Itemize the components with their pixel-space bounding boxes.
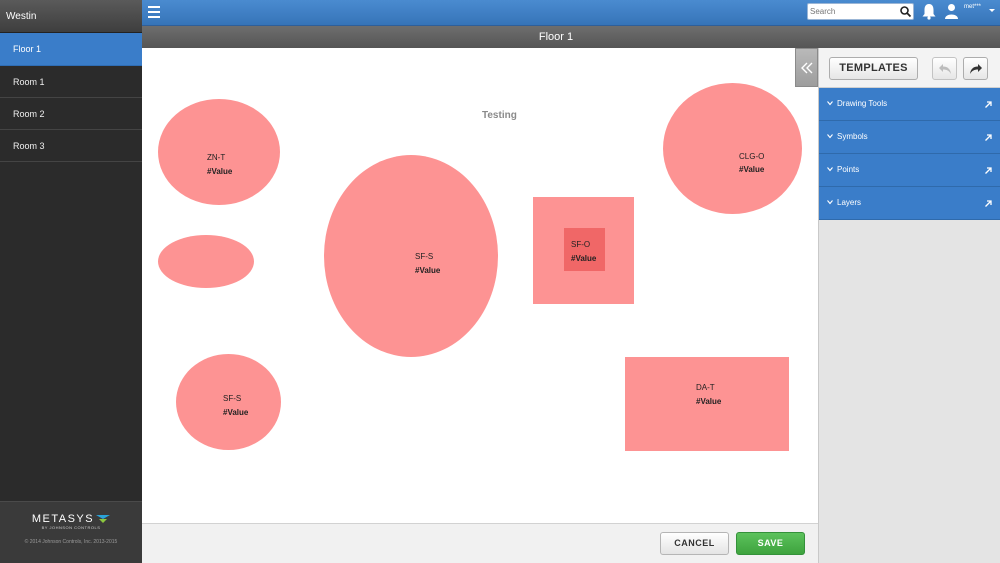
shape-da-t[interactable]: DA-T #Value	[625, 357, 789, 451]
sidebar-item-room-3[interactable]: Room 3	[0, 130, 142, 162]
shape-ellipse-small[interactable]	[158, 235, 254, 288]
canvas-title: Testing	[482, 110, 517, 121]
shape-sf-s-large[interactable]: SF-S #Value	[324, 155, 498, 357]
shape-label: SF-S	[223, 394, 242, 403]
collapse-panel-button[interactable]	[795, 48, 818, 87]
shape-value: #Value	[415, 266, 441, 275]
shape-label: SF-O	[571, 240, 591, 249]
shape-label: DA-T	[696, 383, 715, 392]
shape-label: SF-S	[415, 252, 434, 261]
top-bar: met***	[142, 0, 1000, 25]
search-input[interactable]	[810, 5, 898, 18]
page-title-bar: Floor 1	[142, 25, 1000, 48]
chevron-down-icon	[827, 200, 833, 205]
sidebar-item-room-1[interactable]: Room 1	[0, 66, 142, 98]
cancel-button[interactable]: CANCEL	[660, 532, 729, 555]
logo-mark-icon	[96, 515, 111, 523]
templates-button[interactable]: TEMPLATES	[829, 57, 918, 80]
section-label: Layers	[837, 198, 862, 207]
sidebar-footer: METASYS BY JOHNSON CONTROLS © 2014 Johns…	[0, 501, 142, 563]
expand-arrow-icon[interactable]	[985, 167, 992, 174]
user-menu-caret-icon[interactable]	[989, 9, 995, 12]
metasys-logo: METASYS	[0, 513, 142, 525]
shape-value: #Value	[739, 165, 765, 174]
chevron-down-icon	[827, 134, 833, 139]
logo-subtitle: BY JOHNSON CONTROLS	[41, 525, 101, 530]
shape-value: #Value	[696, 397, 722, 406]
shape-sf-s-small[interactable]: SF-S #Value	[176, 354, 281, 450]
action-bar: CANCEL SAVE	[142, 523, 818, 563]
save-button[interactable]: SAVE	[736, 532, 805, 555]
floor-plan-canvas[interactable]: Testing ZN-T #Value SF-S #Value SF-O #Va…	[142, 48, 818, 523]
undo-icon	[939, 64, 951, 74]
shape-label: CLG-O	[739, 152, 765, 161]
copyright-text: © 2014 Johnson Controls, Inc. 2013-2015	[24, 539, 118, 545]
section-label: Symbols	[837, 132, 868, 141]
redo-icon	[970, 64, 982, 74]
logo-text: METASYS	[31, 513, 95, 525]
sidebar: Westin Floor 1 Room 1 Room 2 Room 3 META…	[0, 0, 142, 563]
expand-arrow-icon[interactable]	[985, 101, 992, 108]
username[interactable]: met***	[964, 4, 981, 10]
shape-value: #Value	[207, 167, 233, 176]
chevron-down-icon	[827, 101, 833, 106]
redo-button[interactable]	[963, 57, 988, 80]
search-box	[807, 3, 914, 20]
page-title: Floor 1	[538, 31, 574, 43]
user-icon[interactable]	[945, 3, 958, 19]
expand-arrow-icon[interactable]	[985, 134, 992, 141]
section-layers[interactable]: Layers	[819, 187, 1000, 220]
section-label: Points	[837, 165, 860, 174]
section-points[interactable]: Points	[819, 154, 1000, 187]
section-drawing-tools[interactable]: Drawing Tools	[819, 88, 1000, 121]
shape-clg-o[interactable]: CLG-O #Value	[663, 83, 802, 214]
menu-icon[interactable]	[148, 6, 160, 18]
shape-label: ZN-T	[207, 153, 226, 162]
double-chevron-left-icon	[801, 62, 813, 74]
site-name: Westin	[0, 0, 142, 33]
shape-value: #Value	[571, 254, 597, 263]
section-label: Drawing Tools	[837, 99, 888, 108]
sidebar-item-floor-1[interactable]: Floor 1	[0, 33, 142, 66]
chevron-down-icon	[827, 167, 833, 172]
shape-zn-t[interactable]: ZN-T #Value	[158, 99, 280, 205]
section-symbols[interactable]: Symbols	[819, 121, 1000, 154]
panel-toolbar: TEMPLATES	[819, 48, 1000, 88]
undo-button[interactable]	[932, 57, 957, 80]
bell-icon[interactable]	[922, 3, 936, 20]
expand-arrow-icon[interactable]	[985, 200, 992, 207]
shape-value: #Value	[223, 408, 249, 417]
shape-sf-o[interactable]: SF-O #Value	[564, 228, 605, 271]
sidebar-item-room-2[interactable]: Room 2	[0, 98, 142, 130]
search-icon[interactable]	[899, 5, 912, 18]
shape-sf-o-outer[interactable]: SF-O #Value	[533, 197, 634, 304]
right-panel: TEMPLATES Drawing Tools Symbols Points L…	[818, 48, 1000, 563]
